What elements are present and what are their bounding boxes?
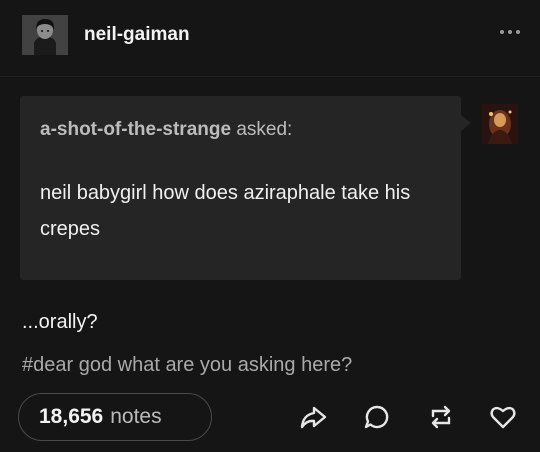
author-username[interactable]: neil-gaiman: [84, 24, 190, 46]
ask-question: neil babygirl how does aziraphale take h…: [40, 182, 411, 240]
reply-icon[interactable]: [362, 402, 392, 432]
answer-text: ...orally?: [22, 311, 98, 333]
like-icon[interactable]: [488, 402, 518, 432]
asked-label: asked:: [236, 119, 293, 140]
asked-line: a-shot-of-the-strange asked:: [40, 119, 292, 141]
post-tags[interactable]: #dear god what are you asking here?: [22, 354, 352, 377]
notes-count: 18,656: [39, 405, 104, 428]
ask-pointer: [461, 115, 471, 131]
author-avatar[interactable]: [22, 15, 68, 55]
share-icon[interactable]: [298, 402, 328, 432]
reblog-icon[interactable]: [426, 402, 456, 432]
header-divider: [0, 76, 540, 77]
asker-name[interactable]: a-shot-of-the-strange: [40, 119, 231, 140]
notes-button[interactable]: 18,656 notes: [18, 393, 212, 441]
notes-label: notes: [110, 405, 162, 428]
more-options-icon[interactable]: [500, 27, 530, 37]
asker-avatar[interactable]: [482, 104, 518, 144]
